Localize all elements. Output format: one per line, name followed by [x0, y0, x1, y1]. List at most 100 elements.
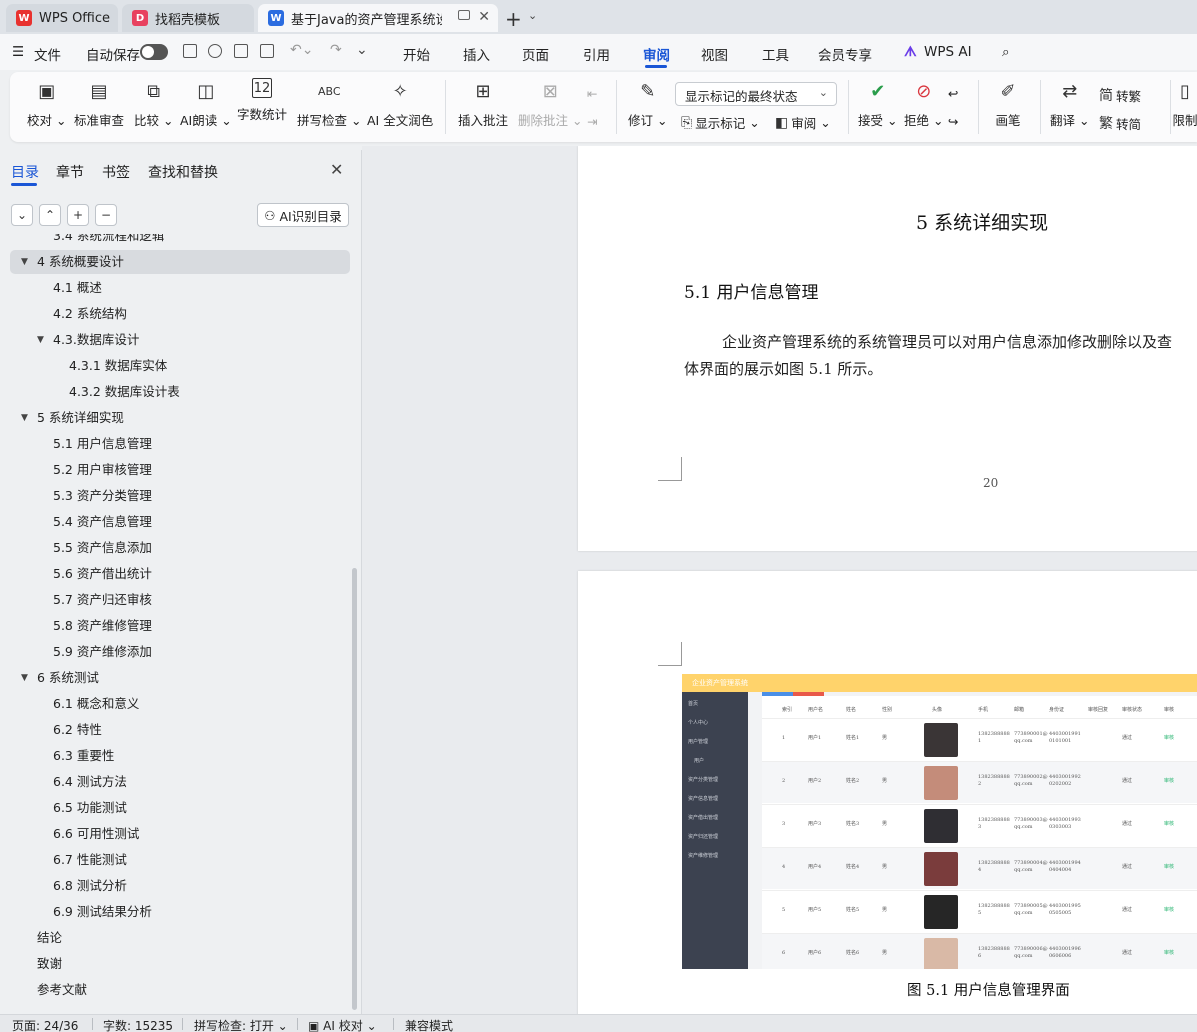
- toc-item[interactable]: 4.2 系统结构: [10, 302, 350, 326]
- toc-item[interactable]: 致谢: [10, 952, 350, 976]
- tab-bookmarks[interactable]: 书签: [102, 162, 130, 182]
- restrict-editing-button[interactable]: ▯ 限制: [1172, 78, 1197, 129]
- previous-comment-icon[interactable]: ⇤: [587, 86, 597, 101]
- pen-button[interactable]: ✐ 画笔: [995, 78, 1021, 129]
- expand-all-button[interactable]: ⌄: [11, 204, 33, 226]
- toc-item[interactable]: 5.5 资产信息添加: [10, 536, 350, 560]
- toc-item[interactable]: ▼ 5 系统详细实现: [10, 406, 350, 430]
- promote-level-button[interactable]: +: [67, 204, 89, 226]
- undo-icon[interactable]: ↶⌄: [290, 42, 313, 58]
- ai-polish-button[interactable]: ✧ AI 全文润色: [367, 78, 433, 129]
- redo-icon[interactable]: ↷: [330, 42, 342, 58]
- save-icon[interactable]: [183, 44, 197, 58]
- ai-proof-status[interactable]: ▣ AI 校对 ⌄: [308, 1017, 377, 1032]
- next-comment-icon[interactable]: ⇥: [587, 114, 597, 129]
- toc-item[interactable]: 5.6 资产借出统计: [10, 562, 350, 586]
- menu-file[interactable]: 文件: [34, 44, 61, 64]
- toc-item[interactable]: 4.3.2 数据库设计表: [10, 380, 350, 404]
- toc-item[interactable]: 6.9 测试结果分析: [10, 900, 350, 924]
- toc-item[interactable]: 6.6 可用性测试: [10, 822, 350, 846]
- tab-find-replace[interactable]: 查找和替换: [148, 162, 218, 182]
- menu-insert[interactable]: 插入: [463, 44, 490, 64]
- show-markup-button[interactable]: ⎘ 显示标记 ⌄: [681, 113, 760, 132]
- ai-read-aloud-button[interactable]: ◫ AI朗读 ⌄: [180, 78, 232, 129]
- autosave-toggle[interactable]: [140, 44, 168, 60]
- tab-toc[interactable]: 目录: [11, 162, 39, 182]
- track-changes-button[interactable]: ✎ 修订 ⌄: [628, 78, 667, 129]
- expand-triangle-icon[interactable]: ▼: [21, 250, 28, 274]
- menu-page[interactable]: 页面: [522, 44, 549, 64]
- search-icon[interactable]: ⌕: [1002, 44, 1010, 60]
- toc-item[interactable]: ▼ 6 系统测试: [10, 666, 350, 690]
- toc-item[interactable]: 5.7 资产归还审核: [10, 588, 350, 612]
- toc-item[interactable]: 6.1 概念和意义: [10, 692, 350, 716]
- close-tab-icon[interactable]: ✕: [478, 9, 490, 25]
- proofread-button[interactable]: ▣ 校对 ⌄: [27, 78, 66, 129]
- toc-item[interactable]: 结论: [10, 926, 350, 950]
- page-indicator[interactable]: 页面: 24/36: [12, 1017, 78, 1032]
- toc-item[interactable]: ▼ 4 系统概要设计: [10, 250, 350, 274]
- expand-triangle-icon[interactable]: ▼: [21, 406, 28, 430]
- print-icon[interactable]: [234, 44, 248, 58]
- expand-triangle-icon[interactable]: ▼: [21, 666, 28, 690]
- word-count-status[interactable]: 字数: 15235: [103, 1017, 173, 1032]
- translate-button[interactable]: ⇄ 翻译 ⌄: [1050, 78, 1089, 129]
- spell-check-status[interactable]: 拼写检查: 打开 ⌄: [194, 1017, 288, 1032]
- toc-item[interactable]: 6.7 性能测试: [10, 848, 350, 872]
- review-pane-button[interactable]: ◧ 审阅 ⌄: [775, 113, 831, 132]
- delete-comment-button[interactable]: ⊠ 删除批注 ⌄: [518, 78, 582, 129]
- tab-wps-office[interactable]: W WPS Office: [6, 4, 118, 32]
- tab-current-document[interactable]: W 基于Java的资产管理系统设计 ✕: [258, 4, 498, 32]
- toc-item[interactable]: 5.3 资产分类管理: [10, 484, 350, 508]
- accept-button[interactable]: ✔ 接受 ⌄: [858, 78, 897, 129]
- insert-comment-button[interactable]: ⊞ 插入批注: [458, 78, 508, 129]
- toc-item[interactable]: 5.1 用户信息管理: [10, 432, 350, 456]
- toc-item[interactable]: 6.3 重要性: [10, 744, 350, 768]
- menu-tools[interactable]: 工具: [762, 44, 789, 64]
- collapse-button[interactable]: ⌃: [39, 204, 61, 226]
- ai-recognize-toc-button[interactable]: ⚇ AI识别目录: [257, 203, 349, 227]
- toc-item[interactable]: 4.1 概述: [10, 276, 350, 300]
- demote-level-button[interactable]: −: [95, 204, 117, 226]
- tab-chapters[interactable]: 章节: [56, 162, 84, 182]
- toc-item[interactable]: 5.8 资产维修管理: [10, 614, 350, 638]
- next-change-icon[interactable]: ↪: [948, 114, 958, 129]
- word-count-button[interactable]: 12 字数统计: [237, 78, 287, 123]
- standard-review-button[interactable]: ▤ 标准审查: [74, 78, 124, 129]
- new-tab-icon[interactable]: +: [505, 7, 522, 31]
- hamburger-icon[interactable]: ☰: [12, 44, 24, 60]
- reject-button[interactable]: ⊘ 拒绝 ⌄: [904, 78, 943, 129]
- spell-check-button[interactable]: ABC 拼写检查 ⌄: [297, 78, 361, 129]
- to-traditional-button[interactable]: 简 转繁: [1099, 85, 1141, 105]
- document-page[interactable]: 企业资产管理系统 首页 个人中心 用户管理 用户 资产分类管理 资产信息管理 资产借出管理资…: [578, 571, 1197, 1014]
- close-pane-icon[interactable]: ✕: [330, 160, 343, 179]
- toc-item[interactable]: ▼ 4.3.数据库设计: [10, 328, 350, 352]
- toc-item[interactable]: 4.3.1 数据库实体: [10, 354, 350, 378]
- toc-item[interactable]: 5.4 资产信息管理: [10, 510, 350, 534]
- document-page[interactable]: 5 系统详细实现 5.1 用户信息管理 企业资产管理系统的系统管理员可以对用户信…: [578, 146, 1197, 551]
- expand-triangle-icon[interactable]: ▼: [37, 328, 44, 352]
- markup-state-select[interactable]: 显示标记的最终状态 ⌄: [675, 82, 837, 106]
- toc-item[interactable]: 5.9 资产维修添加: [10, 640, 350, 664]
- menu-review[interactable]: 审阅: [643, 44, 670, 64]
- print-preview-icon[interactable]: [260, 44, 274, 58]
- to-simplified-button[interactable]: 繁 转简: [1099, 113, 1141, 133]
- more-quick-access-icon[interactable]: ⌄: [356, 42, 368, 58]
- toc-item[interactable]: 3.4 系统流程和逻辑: [10, 234, 350, 248]
- toc-item[interactable]: 参考文献: [10, 978, 350, 1002]
- menu-member[interactable]: 会员专享: [818, 44, 872, 64]
- toc-item[interactable]: 6.4 测试方法: [10, 770, 350, 794]
- tab-docer-templates[interactable]: D 找稻壳模板: [122, 4, 254, 32]
- toc-item[interactable]: 6.2 特性: [10, 718, 350, 742]
- toc-item[interactable]: 5.2 用户审核管理: [10, 458, 350, 482]
- toc-item[interactable]: 6.5 功能测试: [10, 796, 350, 820]
- toc-item[interactable]: 6.8 测试分析: [10, 874, 350, 898]
- menu-references[interactable]: 引用: [583, 44, 610, 64]
- menu-start[interactable]: 开始: [403, 44, 430, 64]
- compare-button[interactable]: ⧉ 比较 ⌄: [134, 78, 173, 129]
- menu-view[interactable]: 视图: [701, 44, 728, 64]
- toc-scrollbar[interactable]: [352, 568, 357, 1010]
- chevron-down-icon[interactable]: ⌄: [528, 9, 537, 22]
- previous-change-icon[interactable]: ↩: [948, 86, 958, 101]
- present-icon[interactable]: [458, 10, 470, 20]
